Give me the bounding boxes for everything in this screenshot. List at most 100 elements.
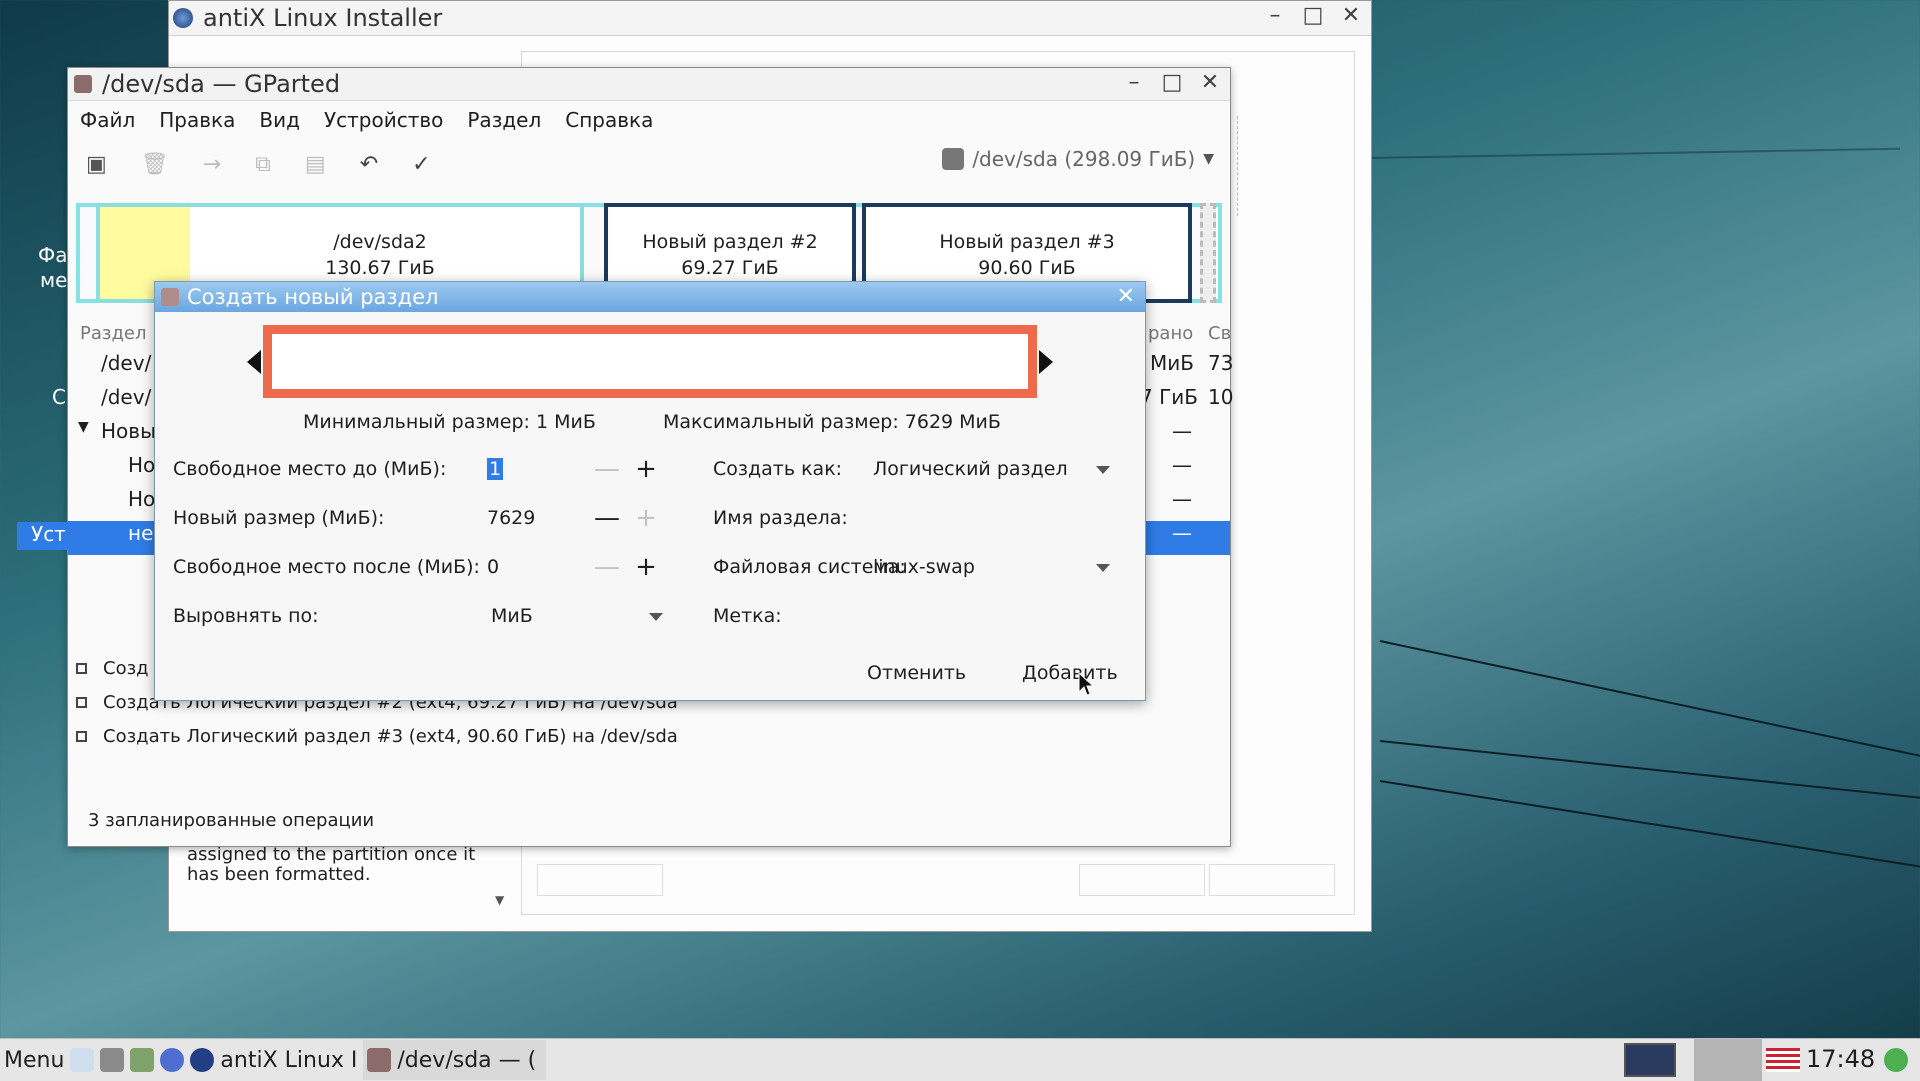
resize-right-handle[interactable]: [1039, 350, 1053, 374]
label-label: Метка:: [713, 605, 782, 627]
list-row-label: Новы: [101, 419, 156, 443]
new-size-label: Новый размер (МиБ):: [173, 507, 385, 529]
plus-icon[interactable]: +: [632, 505, 660, 531]
desktop-icon-label[interactable]: С: [52, 385, 66, 409]
resize-left-handle[interactable]: [247, 350, 261, 374]
close-icon[interactable]: ✕: [1339, 3, 1363, 28]
close-icon[interactable]: ✕: [1117, 284, 1135, 309]
launcher-desktop-icon[interactable]: [70, 1048, 95, 1072]
apply-icon[interactable]: ✓: [412, 152, 430, 177]
task-gparted[interactable]: /dev/sda — (: [363, 1040, 547, 1080]
partition-resizer[interactable]: [263, 325, 1037, 398]
align-label: Выровнять по:: [173, 605, 319, 627]
help-text-line: assigned to the partition once it: [187, 844, 476, 865]
task-label: /dev/sda — (: [397, 1047, 537, 1073]
next-button[interactable]: [1079, 864, 1205, 896]
back-button[interactable]: [537, 864, 663, 896]
plus-icon[interactable]: +: [632, 456, 660, 482]
paste-icon[interactable]: ▤: [305, 152, 326, 177]
globe-icon: [173, 8, 193, 28]
launcher-browser-icon[interactable]: [160, 1048, 185, 1072]
launcher-eject-icon[interactable]: [100, 1048, 125, 1072]
close-icon[interactable]: ✕: [1198, 70, 1222, 95]
align-select[interactable]: МиБ: [491, 605, 533, 627]
workspace-pager-2[interactable]: [1694, 1039, 1762, 1081]
maximize-icon[interactable]: □: [1160, 70, 1184, 95]
disk-icon: [942, 148, 965, 170]
label-input[interactable]: [805, 600, 1105, 630]
task-installer[interactable]: antiX Linux I: [190, 1048, 357, 1073]
free-before-label: Свободное место до (МиБ):: [173, 458, 447, 480]
partition-name-input[interactable]: [871, 502, 1111, 532]
mouse-cursor: [1078, 672, 1094, 696]
partition-name: /dev/sda2: [333, 231, 427, 253]
add-button[interactable]: Добавить: [1022, 662, 1118, 684]
minus-icon[interactable]: —: [593, 554, 621, 580]
minimize-icon[interactable]: –: [1122, 70, 1146, 95]
partition-name: Новый раздел #3: [939, 231, 1115, 253]
launcher-files-icon[interactable]: [130, 1048, 155, 1072]
partition-name: Новый раздел #2: [642, 231, 818, 253]
new-partition-icon[interactable]: ▣: [86, 152, 107, 177]
device-selector[interactable]: /dev/sda (298.09 ГиБ) ▼: [942, 147, 1214, 171]
chevron-down-icon[interactable]: [1096, 564, 1110, 572]
cancel-button[interactable]: Отменить: [867, 662, 966, 684]
menu-view[interactable]: Вид: [259, 108, 300, 132]
gparted-icon: [74, 75, 92, 93]
create-as-select[interactable]: Логический раздел: [873, 458, 1068, 480]
minus-icon[interactable]: —: [593, 456, 621, 482]
plus-icon[interactable]: +: [632, 554, 660, 580]
undo-icon[interactable]: ↶: [360, 152, 378, 177]
chevron-down-icon[interactable]: [1096, 466, 1110, 474]
partition-size: 130.67 ГиБ: [325, 257, 435, 279]
next-button-2[interactable]: [1209, 864, 1335, 896]
dialog-icon: [161, 288, 179, 306]
workspace-pager[interactable]: [1624, 1043, 1676, 1077]
gparted-titlebar[interactable]: /dev/sda — GParted – □ ✕: [68, 68, 1230, 101]
partition-size: 90.60 ГиБ: [978, 257, 1076, 279]
operation-item[interactable]: Созд: [76, 658, 149, 679]
minus-icon[interactable]: —: [593, 505, 621, 531]
new-size-field[interactable]: 7629: [487, 507, 535, 529]
partition-size: 69.27 ГиБ: [681, 257, 779, 279]
desktop-icon-label[interactable]: Фа: [38, 243, 67, 267]
desktop-selected-label[interactable]: Уст: [17, 522, 69, 550]
device-label: /dev/sda (298.09 ГиБ): [972, 147, 1196, 171]
us-flag-icon[interactable]: [1766, 1048, 1800, 1072]
partition-unallocated[interactable]: [1200, 203, 1216, 303]
used-cell: МиБ: [1150, 351, 1194, 375]
copy-icon[interactable]: ⧉: [255, 152, 271, 177]
menu-device[interactable]: Устройство: [324, 108, 443, 132]
dialog-titlebar[interactable]: Создать новый раздел ✕: [155, 282, 1145, 312]
menu-edit[interactable]: Правка: [159, 108, 235, 132]
free-after-field[interactable]: 0: [487, 556, 499, 578]
dialog-title: Создать новый раздел: [187, 285, 439, 309]
filesystem-select[interactable]: linux-swap: [873, 556, 975, 578]
free-cell: 73: [1208, 351, 1234, 375]
installer-titlebar[interactable]: antiX Linux Installer – □ ✕: [169, 1, 1371, 36]
column-header-used[interactable]: рано: [1148, 323, 1193, 344]
column-header-free[interactable]: Св: [1208, 323, 1231, 344]
menu-partition[interactable]: Раздел: [467, 108, 541, 132]
expander-icon[interactable]: ▼: [78, 419, 89, 435]
dash-cell: —: [1172, 521, 1192, 545]
start-menu-button[interactable]: Menu: [4, 1048, 64, 1073]
operation-text: Созд: [103, 658, 149, 679]
chevron-down-icon[interactable]: [649, 613, 663, 621]
delete-icon[interactable]: 🗑: [141, 152, 169, 177]
minimize-icon[interactable]: –: [1263, 3, 1287, 28]
menu-help[interactable]: Справка: [565, 108, 653, 132]
operation-item[interactable]: Создать Логический раздел #3 (ext4, 90.6…: [76, 726, 678, 747]
column-header-partition[interactable]: Раздел: [80, 323, 146, 344]
menu-file[interactable]: Файл: [80, 108, 135, 132]
help-scroll-down-icon[interactable]: ▼: [495, 893, 504, 907]
list-row-label: не: [128, 521, 154, 545]
clock[interactable]: 17:48: [1806, 1045, 1875, 1073]
maximize-icon[interactable]: □: [1301, 3, 1325, 28]
power-icon[interactable]: [1884, 1048, 1908, 1072]
partition-name-label: Имя раздела:: [713, 507, 848, 529]
free-before-field[interactable]: 1: [487, 458, 587, 480]
create-partition-dialog: Создать новый раздел ✕ Минимальный разме…: [154, 281, 1146, 701]
desktop-icon-label[interactable]: ме: [40, 268, 67, 292]
resize-move-icon[interactable]: →: [203, 152, 221, 177]
